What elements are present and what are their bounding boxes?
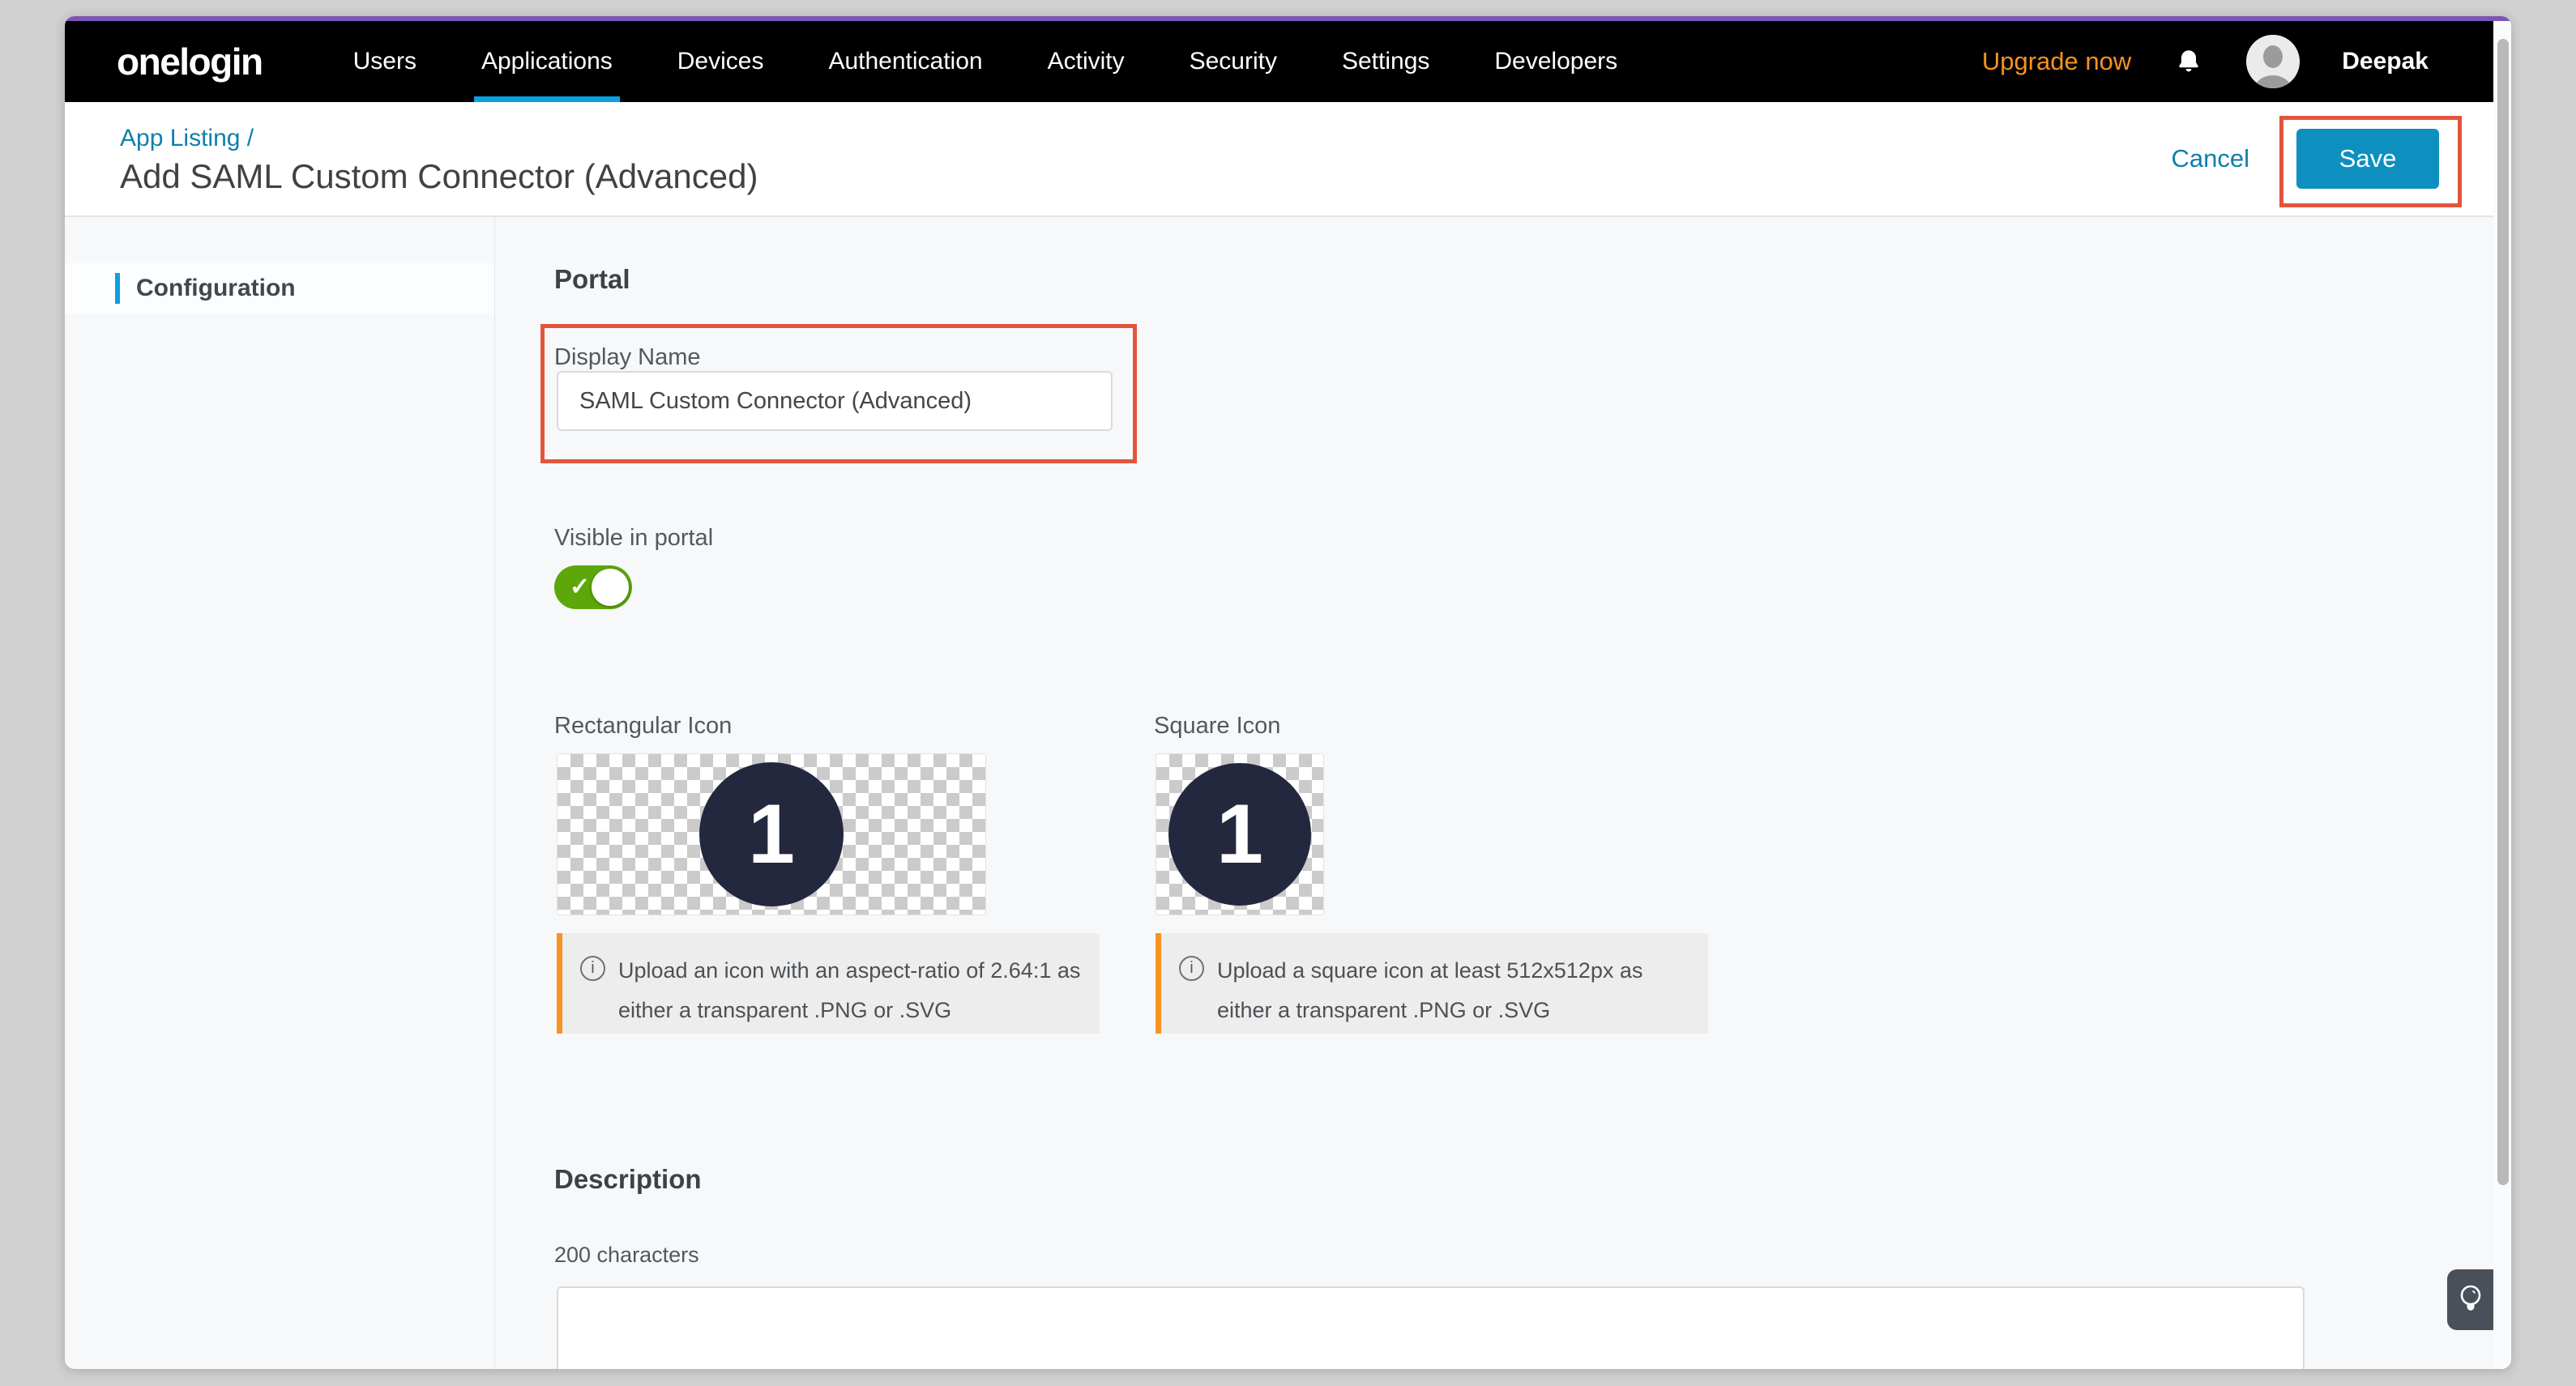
onelogin-one-icon: 1 <box>1168 763 1311 906</box>
top-nav: onelogin Users Applications Devices Auth… <box>65 21 2493 102</box>
info-text: Upload a square icon at least 512x512px … <box>1217 951 1643 1034</box>
toggle-check-icon: ✓ <box>570 573 590 601</box>
nav-item-users[interactable]: Users <box>353 21 417 102</box>
info-text: Upload an icon with an aspect-ratio of 2… <box>618 951 1080 1034</box>
nav-item-authentication[interactable]: Authentication <box>828 21 982 102</box>
sidebar-item-label: Configuration <box>136 263 296 313</box>
rectangular-icon-info-note: i Upload an icon with an aspect-ratio of… <box>557 933 1100 1034</box>
onelogin-logo[interactable]: onelogin <box>117 40 263 83</box>
user-name[interactable]: Deepak <box>2342 48 2429 75</box>
main-content: Configuration Portal Display Name Visibl… <box>65 217 2493 1369</box>
scrollbar-track[interactable] <box>2493 21 2511 1369</box>
page-header: App Listing / Add SAML Custom Connector … <box>65 102 2493 217</box>
sidebar-divider <box>494 217 495 1369</box>
nav-item-security[interactable]: Security <box>1190 21 1277 102</box>
description-textarea[interactable] <box>557 1286 2305 1369</box>
nav-right-group: Upgrade now Deepak <box>1982 35 2493 88</box>
sidebar-item-configuration[interactable]: Configuration <box>65 263 494 313</box>
nav-item-devices[interactable]: Devices <box>677 21 764 102</box>
rectangular-icon-upload[interactable]: 1 <box>557 753 986 915</box>
user-avatar[interactable] <box>2246 35 2300 88</box>
portal-section-heading: Portal <box>554 264 630 295</box>
toggle-knob <box>592 569 629 606</box>
onelogin-one-icon: 1 <box>699 762 844 906</box>
active-item-indicator <box>115 273 120 304</box>
square-icon-info-note: i Upload a square icon at least 512x512p… <box>1156 933 1708 1034</box>
nav-item-developers[interactable]: Developers <box>1494 21 1617 102</box>
save-button[interactable]: Save <box>2296 129 2439 189</box>
notification-bell-icon[interactable] <box>2173 46 2204 77</box>
visible-in-portal-label: Visible in portal <box>554 525 713 552</box>
nav-item-applications[interactable]: Applications <box>481 21 613 102</box>
info-icon: i <box>1179 956 1204 981</box>
header-actions: Cancel Save <box>2172 129 2494 189</box>
cancel-button[interactable]: Cancel <box>2172 144 2250 173</box>
rectangular-icon-label: Rectangular Icon <box>554 713 732 740</box>
display-name-label: Display Name <box>554 344 701 371</box>
square-icon-label: Square Icon <box>1154 713 1280 740</box>
upgrade-now-link[interactable]: Upgrade now <box>1982 47 2131 76</box>
square-icon-upload[interactable]: 1 <box>1156 753 1324 915</box>
breadcrumb[interactable]: App Listing / <box>120 122 758 155</box>
nav-item-settings[interactable]: Settings <box>1342 21 1429 102</box>
header-titles: App Listing / Add SAML Custom Connector … <box>65 119 758 198</box>
app-window: onelogin Users Applications Devices Auth… <box>65 16 2511 1369</box>
description-section-heading: Description <box>554 1164 702 1195</box>
nav-item-activity[interactable]: Activity <box>1048 21 1125 102</box>
scrollbar-thumb[interactable] <box>2497 39 2509 1185</box>
visible-toggle[interactable]: ✓ <box>554 565 632 609</box>
help-lightbulb-button[interactable] <box>2447 1269 2493 1330</box>
page-title: Add SAML Custom Connector (Advanced) <box>120 155 758 198</box>
character-count-label: 200 characters <box>554 1243 699 1268</box>
display-name-input[interactable] <box>557 371 1113 431</box>
nav-links: Users Applications Devices Authenticatio… <box>353 21 1618 102</box>
info-icon: i <box>580 956 605 981</box>
